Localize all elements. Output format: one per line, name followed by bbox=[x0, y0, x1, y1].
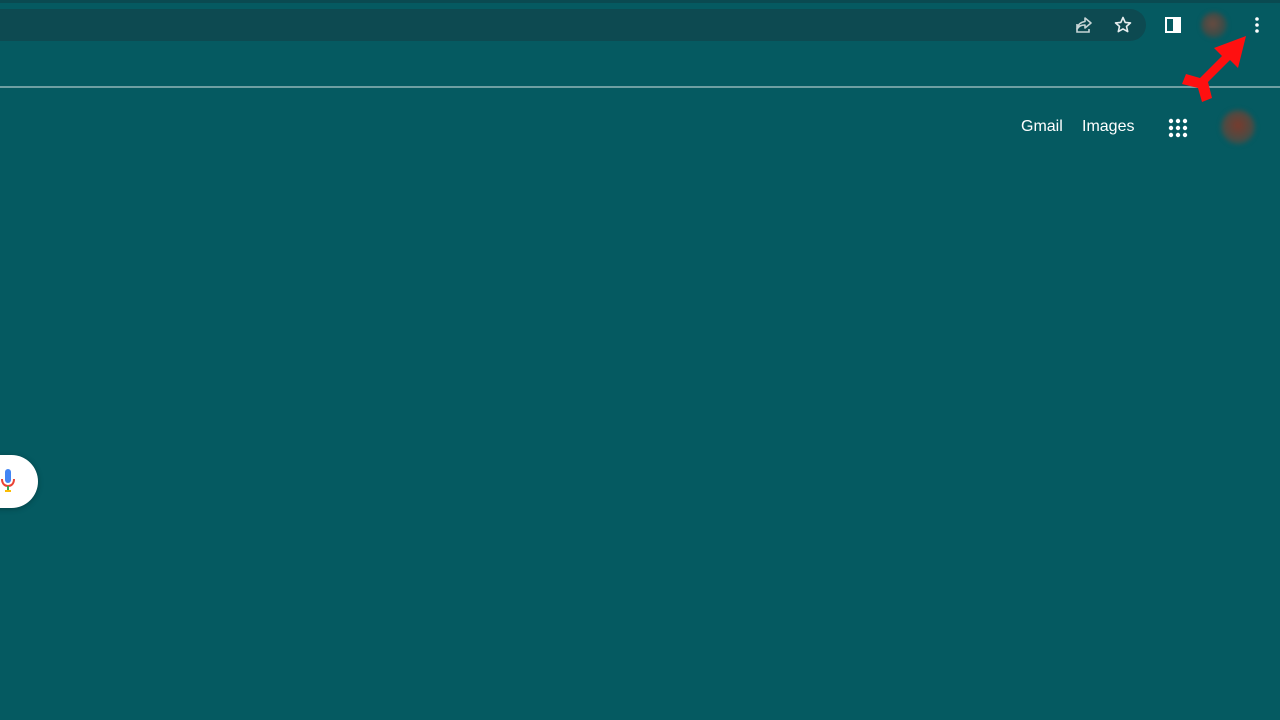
three-dot-menu-icon[interactable] bbox=[1238, 10, 1268, 40]
images-link[interactable]: Images bbox=[1082, 118, 1134, 136]
share-icon[interactable] bbox=[1069, 10, 1099, 40]
star-icon[interactable] bbox=[1108, 10, 1138, 40]
account-avatar[interactable] bbox=[1221, 110, 1255, 144]
apps-grid-icon[interactable] bbox=[1163, 113, 1193, 143]
gmail-link[interactable]: Gmail bbox=[1021, 118, 1063, 136]
address-bar[interactable] bbox=[0, 9, 1146, 41]
side-panel-icon[interactable] bbox=[1158, 10, 1188, 40]
profile-avatar[interactable] bbox=[1201, 12, 1227, 38]
toolbar-divider bbox=[0, 86, 1280, 88]
browser-top-edge bbox=[0, 0, 1280, 3]
search-box[interactable] bbox=[0, 455, 38, 508]
mic-icon[interactable] bbox=[0, 468, 16, 494]
